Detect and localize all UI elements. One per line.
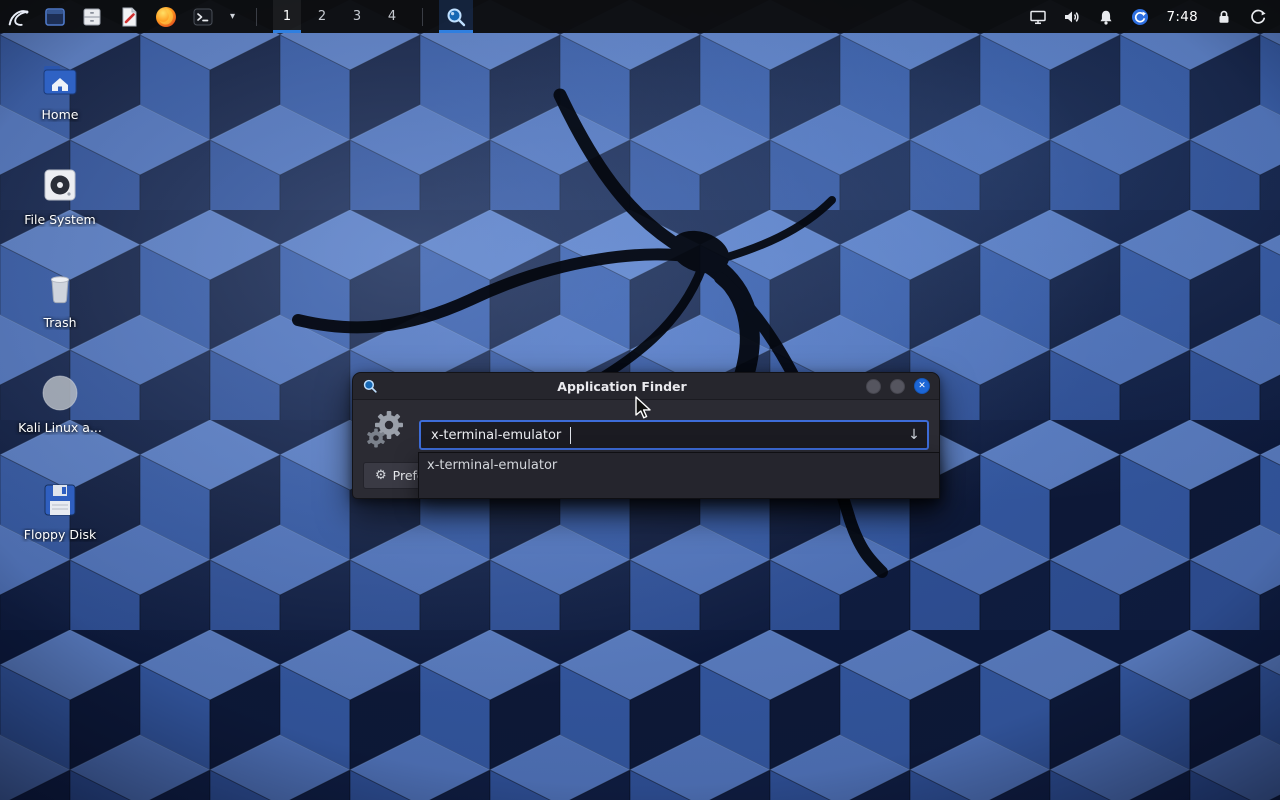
maximize-button[interactable] <box>890 379 905 394</box>
desktop-icon-label: Kali Linux a... <box>12 421 108 435</box>
terminal-icon <box>191 5 215 29</box>
titlebar-buttons: ✕ <box>866 378 930 394</box>
sync-icon <box>1131 8 1149 26</box>
applications-menu-button[interactable] <box>3 0 33 33</box>
desktop-icon-home[interactable]: Home <box>12 58 108 122</box>
panel-separator <box>256 8 257 26</box>
terminal-launcher[interactable] <box>188 0 218 33</box>
desktop-icon-trash[interactable]: Trash <box>12 266 108 330</box>
file-manager-icon <box>80 5 104 29</box>
home-folder-icon <box>38 58 82 102</box>
display-settings-tray-button[interactable] <box>1021 0 1055 33</box>
notifications-tray-button[interactable] <box>1089 0 1123 33</box>
session-logout-tray-button[interactable] <box>1241 0 1275 33</box>
volume-tray-button[interactable] <box>1055 0 1089 33</box>
application-finder-icon <box>362 378 378 394</box>
screen-lock-tray-button[interactable] <box>1207 0 1241 33</box>
gear-icon: ⚙ <box>375 468 387 483</box>
system-tray: 7:48 <box>1021 0 1280 33</box>
search-input[interactable]: x-terminal-emulator ↓ <box>419 420 929 450</box>
show-desktop-button[interactable] <box>40 0 70 33</box>
mouse-cursor <box>634 396 656 420</box>
desktop-icon-kali-linux[interactable]: Kali Linux a... <box>12 371 108 435</box>
file-manager-launcher[interactable] <box>77 0 107 33</box>
desktop-icon-file-system[interactable]: File System <box>12 163 108 227</box>
display-icon <box>1029 8 1047 26</box>
completion-popup: x-terminal-emulator <box>418 452 940 499</box>
desktop-icon-label: Floppy Disk <box>12 528 108 542</box>
firefox-icon <box>154 5 178 29</box>
workspace-label: 2 <box>318 9 326 24</box>
clock[interactable]: 7:48 <box>1157 9 1207 25</box>
floppy-disk-icon <box>38 478 82 522</box>
kali-logo-icon <box>6 4 30 30</box>
workspace-label: 1 <box>283 9 291 24</box>
terminal-dropdown-button[interactable]: ▾ <box>225 0 240 33</box>
arrow-down-icon: ↓ <box>908 427 920 443</box>
bell-icon <box>1097 8 1115 26</box>
workspace-button-3[interactable]: 3 <box>343 0 371 33</box>
workspace-button-2[interactable]: 2 <box>308 0 336 33</box>
kali-installer-icon <box>38 371 82 415</box>
volume-icon <box>1063 8 1081 26</box>
top-panel: ▾ 1 2 3 4 <box>0 0 1280 33</box>
hard-disk-icon <box>38 163 82 207</box>
search-input-value: x-terminal-emulator <box>431 428 561 443</box>
close-button[interactable]: ✕ <box>914 378 930 394</box>
search-icon <box>445 6 467 28</box>
completion-item[interactable]: x-terminal-emulator <box>419 453 939 477</box>
workspace-button-4[interactable]: 4 <box>378 0 406 33</box>
chevron-down-icon: ▾ <box>230 11 235 22</box>
power-icon <box>1249 8 1267 26</box>
trash-icon <box>38 266 82 310</box>
lock-icon <box>1215 8 1233 26</box>
text-editor-launcher[interactable] <box>114 0 144 33</box>
desktop-icon-label: Home <box>12 108 108 122</box>
minimize-button[interactable] <box>866 379 881 394</box>
combo-dropdown-button[interactable]: ↓ <box>901 427 927 443</box>
panel-separator <box>422 8 423 26</box>
panel-left-zone: ▾ 1 2 3 4 <box>0 0 473 33</box>
workspace-label: 3 <box>353 9 361 24</box>
close-icon: ✕ <box>918 381 926 391</box>
text-caret <box>570 427 571 444</box>
desktop-icon-label: File System <box>12 213 108 227</box>
window-title: Application Finder <box>378 379 866 394</box>
completion-item-label: x-terminal-emulator <box>427 458 557 473</box>
window-icon <box>43 5 67 29</box>
text-editor-icon <box>117 5 141 29</box>
selected-app-gears-icon <box>363 405 409 451</box>
workspace-button-1[interactable]: 1 <box>273 0 301 33</box>
desktop-icon-label: Trash <box>12 316 108 330</box>
application-finder-panel-button[interactable] <box>439 0 473 33</box>
desktop-icon-floppy-disk[interactable]: Floppy Disk <box>12 478 108 542</box>
firefox-launcher[interactable] <box>151 0 181 33</box>
workspace-label: 4 <box>388 9 396 24</box>
updates-tray-button[interactable] <box>1123 0 1157 33</box>
